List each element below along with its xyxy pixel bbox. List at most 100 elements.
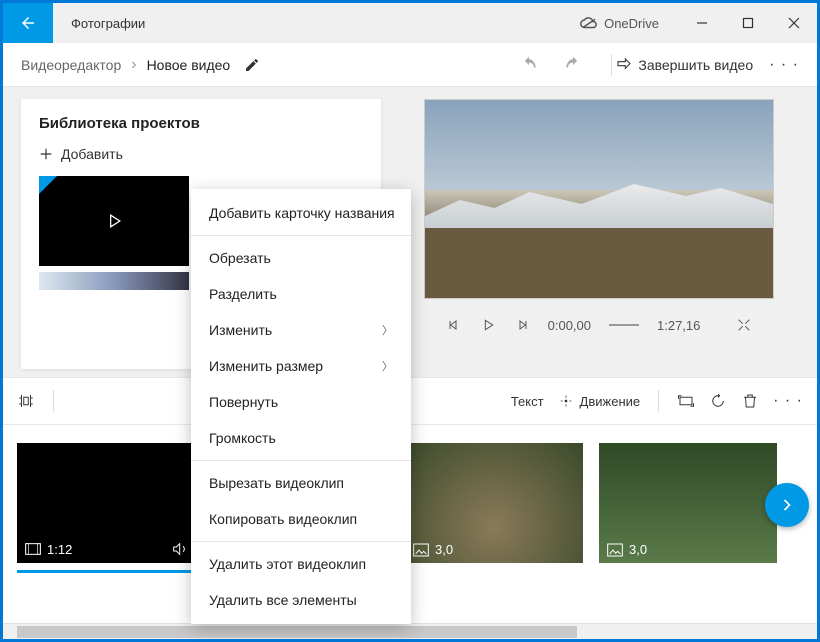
ctx-resize[interactable]: Изменить размер〉: [191, 348, 411, 384]
play-button[interactable]: [480, 317, 496, 333]
maximize-button[interactable]: [725, 3, 771, 43]
fullscreen-button[interactable]: [736, 317, 752, 333]
text-button[interactable]: Текст: [511, 394, 544, 409]
onedrive-label: OneDrive: [604, 16, 659, 31]
finish-video-button[interactable]: Завершить видео: [616, 57, 753, 73]
active-clip-indicator: [17, 570, 195, 573]
ctx-label: Удалить этот видеоклип: [209, 556, 366, 572]
motion-button[interactable]: Движение: [558, 393, 641, 409]
selected-corner-icon: [39, 176, 57, 194]
clip-duration: 3,0: [629, 542, 647, 557]
arrow-left-icon: [19, 14, 37, 32]
close-icon: [788, 17, 800, 29]
minimize-icon: [696, 17, 708, 29]
ctx-label: Копировать видеоклип: [209, 511, 357, 527]
breadcrumb-root[interactable]: Видеоредактор: [21, 57, 121, 73]
chevron-right-icon: [777, 495, 797, 515]
scroll-next-button[interactable]: [765, 483, 809, 527]
trash-icon: [741, 392, 759, 410]
app-title: Фотографии: [71, 16, 145, 31]
ctx-label: Повернуть: [209, 394, 278, 410]
text-label: Текст: [511, 394, 544, 409]
plus-icon: [39, 147, 53, 161]
video-preview[interactable]: [424, 99, 774, 299]
ctx-volume[interactable]: Громкость: [191, 420, 411, 456]
minimize-button[interactable]: [679, 3, 725, 43]
ctx-trim[interactable]: Обрезать: [191, 240, 411, 276]
image-clip-icon: [413, 543, 429, 557]
titlebar: Фотографии OneDrive: [3, 3, 817, 43]
step-back-icon: [446, 317, 462, 333]
step-forward-icon: [514, 317, 530, 333]
motion-label: Движение: [580, 394, 641, 409]
library-thumbnail-small[interactable]: [39, 272, 189, 290]
redo-button[interactable]: [563, 55, 583, 75]
ctx-label: Удалить все элементы: [209, 592, 357, 608]
ctx-label: Обрезать: [209, 250, 271, 266]
rotate-icon: [709, 392, 727, 410]
video-clip-icon: [25, 543, 41, 555]
storyboard-clip[interactable]: 3,0: [405, 443, 583, 563]
horizontal-scrollbar[interactable]: [3, 623, 817, 639]
time-current: 0:00,00: [548, 318, 591, 333]
ctx-label: Изменить: [209, 322, 272, 338]
ctx-label: Добавить карточку названия: [209, 205, 395, 221]
speaker-icon: [171, 541, 187, 557]
onedrive-button[interactable]: OneDrive: [580, 16, 659, 31]
play-icon: [104, 211, 124, 231]
image-clip-icon: [607, 543, 623, 557]
next-frame-button[interactable]: [514, 317, 530, 333]
undo-icon: [519, 55, 539, 75]
undo-button[interactable]: [519, 55, 539, 75]
prev-frame-button[interactable]: [446, 317, 462, 333]
back-button[interactable]: [3, 3, 53, 43]
rename-button[interactable]: [244, 57, 260, 73]
aspect-button[interactable]: [677, 392, 695, 410]
ctx-label: Разделить: [209, 286, 277, 302]
play-icon: [480, 317, 496, 333]
ctx-rotate[interactable]: Повернуть: [191, 384, 411, 420]
redo-icon: [563, 55, 583, 75]
fullscreen-icon: [736, 317, 752, 333]
ctx-separator: [191, 541, 411, 542]
maximize-icon: [742, 17, 754, 29]
chevron-right-icon: ›: [131, 56, 136, 74]
ctx-separator: [191, 460, 411, 461]
clip-duration: 1:12: [47, 542, 72, 557]
ctx-delete-clip[interactable]: Удалить этот видеоклип: [191, 546, 411, 582]
scrollbar-thumb[interactable]: [17, 626, 577, 638]
ctx-cut-clip[interactable]: Вырезать видеоклип: [191, 465, 411, 501]
trim-button[interactable]: [17, 392, 35, 410]
preview-area: 0:00,00 1:27,16: [399, 99, 799, 369]
time-total: 1:27,16: [657, 318, 700, 333]
add-media-button[interactable]: Добавить: [39, 146, 363, 162]
ctx-label: Изменить размер: [209, 358, 323, 374]
aspect-icon: [677, 392, 695, 410]
ctx-copy-clip[interactable]: Копировать видеоклип: [191, 501, 411, 537]
more-button[interactable]: · · ·: [769, 56, 799, 74]
library-title: Библиотека проектов: [39, 115, 363, 132]
app-window: Фотографии OneDrive Видеоредактор › Ново…: [3, 3, 817, 639]
pencil-icon: [244, 57, 260, 73]
command-bar: Видеоредактор › Новое видео Завершить ви…: [3, 43, 817, 87]
storyboard-clip[interactable]: 1:12: [17, 443, 195, 563]
ctx-delete-all[interactable]: Удалить все элементы: [191, 582, 411, 618]
export-icon: [616, 57, 632, 73]
clip-duration: 3,0: [435, 542, 453, 557]
ctx-change[interactable]: Изменить〉: [191, 312, 411, 348]
ctx-separator: [191, 235, 411, 236]
library-thumbnail[interactable]: [39, 176, 189, 266]
delete-button[interactable]: [741, 392, 759, 410]
ctx-split[interactable]: Разделить: [191, 276, 411, 312]
storyboard-clip[interactable]: 3,0: [599, 443, 777, 563]
motion-icon: [558, 393, 574, 409]
context-menu: Добавить карточку названия Обрезать Разд…: [191, 189, 411, 624]
toolbar-more-button[interactable]: · · ·: [773, 392, 803, 410]
ctx-add-title-card[interactable]: Добавить карточку названия: [191, 195, 411, 231]
close-button[interactable]: [771, 3, 817, 43]
breadcrumb-current[interactable]: Новое видео: [147, 57, 231, 73]
trim-icon: [17, 392, 35, 410]
cloud-icon: [580, 17, 598, 29]
rotate-button[interactable]: [709, 392, 727, 410]
finish-video-label: Завершить видео: [638, 57, 753, 73]
